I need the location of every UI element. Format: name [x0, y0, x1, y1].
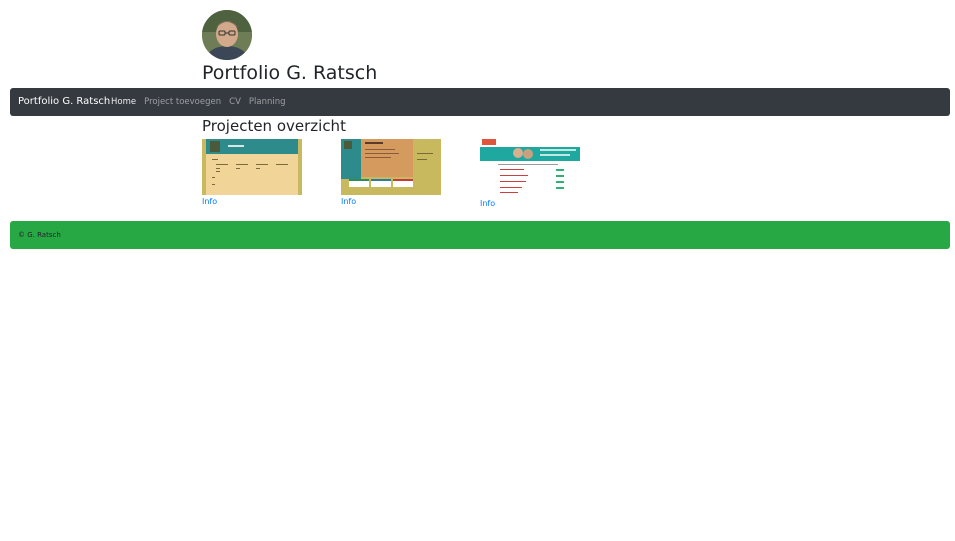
nav-item-project-toevoegen[interactable]: Project toevoegen	[144, 88, 221, 116]
project-screenshot-image	[202, 139, 302, 195]
project-card: Info	[480, 139, 580, 209]
nav-links: Home Project toevoegen CV Planning	[111, 88, 286, 116]
project-info-link[interactable]: Info	[480, 199, 580, 209]
profile-photo	[202, 10, 252, 60]
page-title: Portfolio G. Ratsch	[202, 62, 378, 84]
navbar-brand[interactable]: Portfolio G. Ratsch	[18, 88, 110, 116]
section-title: Projecten overzicht	[202, 117, 346, 135]
page: Portfolio G. Ratsch Portfolio G. Ratsch …	[0, 0, 955, 541]
project-thumbnail[interactable]	[202, 139, 302, 195]
project-info-link[interactable]: Info	[341, 197, 441, 207]
avatar	[202, 10, 252, 60]
project-screenshot-image	[480, 139, 580, 197]
project-screenshot-image	[341, 139, 441, 195]
project-card: Info	[341, 139, 441, 207]
nav-item-cv[interactable]: CV	[229, 88, 241, 116]
project-info-link[interactable]: Info	[202, 197, 302, 207]
project-thumbnail[interactable]	[480, 139, 580, 197]
nav-item-home[interactable]: Home	[111, 88, 136, 116]
nav-item-planning[interactable]: Planning	[249, 88, 286, 116]
footer-copyright: © G. Ratsch	[18, 231, 61, 239]
project-thumbnail[interactable]	[341, 139, 441, 195]
project-card: Info	[202, 139, 302, 207]
main-navbar: Portfolio G. Ratsch Home Project toevoeg…	[10, 88, 950, 116]
footer: © G. Ratsch	[10, 221, 950, 249]
